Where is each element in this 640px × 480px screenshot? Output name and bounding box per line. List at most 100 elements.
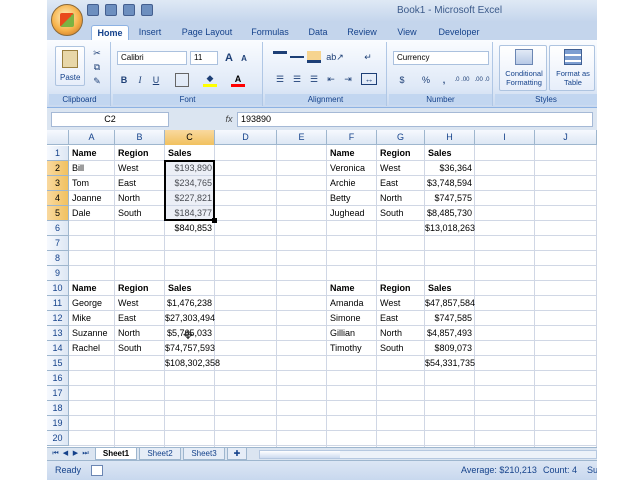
column-header-e[interactable]: E bbox=[277, 130, 327, 145]
increase-indent-icon[interactable]: ⇥ bbox=[341, 73, 355, 85]
align-left-icon[interactable]: ☰ bbox=[273, 73, 287, 85]
cell-h3[interactable]: $3,748,594 bbox=[425, 176, 474, 191]
tab-home[interactable]: Home bbox=[91, 25, 129, 40]
tab-data[interactable]: Data bbox=[303, 25, 333, 40]
format-painter-icon[interactable]: ✎ bbox=[91, 75, 103, 87]
tab-review[interactable]: Review bbox=[343, 25, 381, 40]
cell-a14[interactable]: Rachel bbox=[69, 341, 114, 356]
customize-qat-icon[interactable] bbox=[141, 4, 153, 16]
cell-c4[interactable]: $227,821 bbox=[165, 191, 214, 206]
column-header-c[interactable]: C bbox=[165, 130, 215, 145]
cell-h4[interactable]: $747,575 bbox=[425, 191, 474, 206]
last-sheet-icon[interactable]: ⏭ bbox=[81, 449, 90, 459]
cut-icon[interactable]: ✂ bbox=[91, 47, 103, 59]
font-color-icon[interactable]: A bbox=[231, 73, 245, 87]
row-header-3[interactable]: 3 bbox=[47, 176, 69, 191]
cell-f3[interactable]: Archie bbox=[327, 176, 376, 191]
cell-h15[interactable]: $54,331,735 bbox=[425, 356, 475, 371]
currency-button[interactable]: $ bbox=[395, 73, 409, 87]
cell-b12[interactable]: East bbox=[115, 311, 164, 326]
shrink-font-icon[interactable]: A bbox=[238, 52, 250, 64]
cell-g1[interactable]: Region bbox=[377, 146, 424, 161]
cell-g4[interactable]: North bbox=[377, 191, 424, 206]
cell-g3[interactable]: East bbox=[377, 176, 424, 191]
cell-h5[interactable]: $8,485,730 bbox=[425, 206, 474, 221]
align-top-icon[interactable] bbox=[273, 51, 287, 63]
cell-h12[interactable]: $747,585 bbox=[425, 311, 474, 326]
tab-page-layout[interactable]: Page Layout bbox=[177, 25, 237, 40]
column-header-h[interactable]: H bbox=[425, 130, 475, 145]
column-header-f[interactable]: F bbox=[327, 130, 377, 145]
cell-c10[interactable]: Sales bbox=[165, 281, 214, 296]
cell-c11[interactable]: $1,476,238 bbox=[165, 296, 214, 311]
insert-sheet-icon[interactable]: ✚ bbox=[227, 448, 247, 460]
cell-f11[interactable]: Amanda bbox=[327, 296, 376, 311]
cell-f13[interactable]: Gillian bbox=[327, 326, 376, 341]
cell-c14[interactable]: $74,757,593 bbox=[165, 341, 215, 356]
italic-button[interactable]: I bbox=[133, 73, 147, 87]
cell-a11[interactable]: George bbox=[69, 296, 114, 311]
cell-a5[interactable]: Dale bbox=[69, 206, 114, 221]
cell-b1[interactable]: Region bbox=[115, 146, 164, 161]
row-header-11[interactable]: 11 bbox=[47, 296, 69, 311]
row-header-19[interactable]: 19 bbox=[47, 416, 69, 431]
cell-b2[interactable]: West bbox=[115, 161, 164, 176]
cell-h13[interactable]: $4,857,493 bbox=[425, 326, 474, 341]
row-header-12[interactable]: 12 bbox=[47, 311, 69, 326]
prev-sheet-icon[interactable]: ◀ bbox=[61, 449, 70, 459]
cell-a1[interactable]: Name bbox=[69, 146, 114, 161]
row-header-6[interactable]: 6 bbox=[47, 221, 69, 236]
cell-b5[interactable]: South bbox=[115, 206, 164, 221]
first-sheet-icon[interactable]: ⏮ bbox=[51, 449, 60, 459]
cell-g12[interactable]: East bbox=[377, 311, 424, 326]
number-format-select[interactable]: Currency bbox=[393, 51, 489, 65]
row-header-5[interactable]: 5 bbox=[47, 206, 69, 221]
cell-a2[interactable]: Bill bbox=[69, 161, 114, 176]
macro-record-icon[interactable] bbox=[91, 465, 103, 476]
borders-icon[interactable] bbox=[175, 73, 189, 87]
cell-c1[interactable]: Sales bbox=[165, 146, 214, 161]
column-header-g[interactable]: G bbox=[377, 130, 425, 145]
cell-g2[interactable]: West bbox=[377, 161, 424, 176]
select-all-corner[interactable] bbox=[47, 130, 69, 145]
cell-b11[interactable]: West bbox=[115, 296, 164, 311]
horizontal-scrollbar[interactable] bbox=[259, 450, 597, 459]
cell-f2[interactable]: Veronica bbox=[327, 161, 376, 176]
tab-view[interactable]: View bbox=[391, 25, 423, 40]
cell-f10[interactable]: Name bbox=[327, 281, 376, 296]
merge-center-icon[interactable]: ↔ bbox=[361, 73, 377, 85]
cell-h1[interactable]: Sales bbox=[425, 146, 474, 161]
sheet-tab-2[interactable]: Sheet2 bbox=[139, 448, 181, 460]
cell-c15[interactable]: $108,302,358 bbox=[165, 356, 220, 371]
align-right-icon[interactable]: ☰ bbox=[307, 73, 321, 85]
font-size-select[interactable]: 11 bbox=[190, 51, 218, 65]
column-header-b[interactable]: B bbox=[115, 130, 165, 145]
orientation-icon[interactable]: ab↗ bbox=[326, 51, 344, 63]
cell-b10[interactable]: Region bbox=[115, 281, 164, 296]
cell-h14[interactable]: $809,073 bbox=[425, 341, 474, 356]
row-header-20[interactable]: 20 bbox=[47, 431, 69, 446]
cell-c6[interactable]: $840,853 bbox=[165, 221, 214, 236]
cell-f4[interactable]: Betty bbox=[327, 191, 376, 206]
cell-b3[interactable]: East bbox=[115, 176, 164, 191]
decrease-indent-icon[interactable]: ⇤ bbox=[324, 73, 338, 85]
row-header-16[interactable]: 16 bbox=[47, 371, 69, 386]
cell-h11[interactable]: $47,857,584 bbox=[425, 296, 475, 311]
tab-developer[interactable]: Developer bbox=[433, 25, 485, 40]
conditional-formatting-button[interactable]: Conditional Formatting bbox=[499, 45, 547, 91]
underline-button[interactable]: U bbox=[149, 73, 163, 87]
bold-button[interactable]: B bbox=[117, 73, 131, 87]
row-header-1[interactable]: 1 bbox=[47, 146, 69, 161]
row-header-8[interactable]: 8 bbox=[47, 251, 69, 266]
cell-h2[interactable]: $36,364 bbox=[425, 161, 474, 176]
cell-a10[interactable]: Name bbox=[69, 281, 114, 296]
align-middle-icon[interactable] bbox=[290, 51, 304, 63]
grow-font-icon[interactable]: A bbox=[222, 51, 236, 65]
row-header-13[interactable]: 13 bbox=[47, 326, 69, 341]
row-header-9[interactable]: 9 bbox=[47, 266, 69, 281]
percent-button[interactable]: % bbox=[419, 73, 433, 87]
cell-c2[interactable]: $193,890 bbox=[165, 161, 214, 176]
cell-g14[interactable]: South bbox=[377, 341, 424, 356]
decrease-decimal-button[interactable]: .00 .0 bbox=[473, 73, 491, 87]
cell-b13[interactable]: North bbox=[115, 326, 164, 341]
